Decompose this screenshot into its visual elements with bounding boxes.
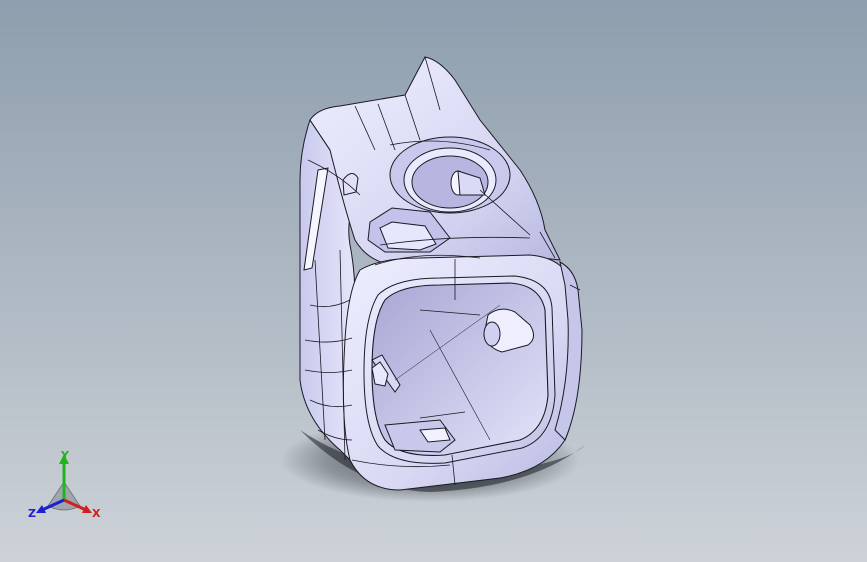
side-knob (342, 173, 359, 196)
graphics-viewport[interactable]: Y X Z (0, 0, 867, 562)
triad-y-label: Y (60, 449, 70, 462)
triad-x-label: X (92, 507, 101, 520)
part-model[interactable] (0, 0, 867, 562)
triad-z-label: Z (28, 507, 36, 520)
orientation-triad[interactable]: Y X Z (22, 448, 106, 524)
inner-boss-face (483, 321, 501, 347)
